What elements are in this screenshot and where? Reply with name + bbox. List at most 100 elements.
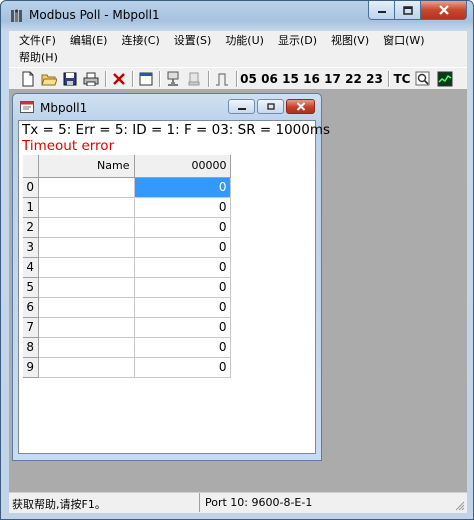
value-cell[interactable]: 0 xyxy=(134,177,231,198)
child-window-title: Mbpoll1 xyxy=(40,101,88,115)
fc-06-button[interactable]: 06 xyxy=(260,70,279,88)
child-minimize-button[interactable] xyxy=(228,99,255,114)
menu-row-1: 文件(F) 编辑(E) 连接(C) 设置(S) 功能(U) 显示(D) 视图(V… xyxy=(12,32,432,49)
menu-setup[interactable]: 设置(S) xyxy=(167,32,219,49)
modbus-app-icon xyxy=(11,9,22,22)
table-row: 9 0 xyxy=(23,357,231,378)
table-row: 6 0 xyxy=(23,297,231,318)
poll-status-line: Tx = 5: Err = 5: ID = 1: F = 03: SR = 10… xyxy=(22,122,331,138)
table-row: 0 0 xyxy=(23,177,231,198)
name-cell[interactable] xyxy=(38,357,135,378)
menu-connection[interactable]: 连接(C) xyxy=(114,32,166,49)
name-cell[interactable] xyxy=(38,177,135,198)
menu-view[interactable]: 视图(V) xyxy=(324,32,376,49)
save-button[interactable] xyxy=(61,70,79,88)
value-cell[interactable]: 0 xyxy=(134,277,231,298)
open-icon xyxy=(41,74,57,86)
fc-16-button[interactable]: 16 xyxy=(302,70,321,88)
value-cell[interactable]: 0 xyxy=(134,337,231,358)
window-button[interactable] xyxy=(137,70,155,88)
tc-button[interactable]: TC xyxy=(392,70,412,88)
close-doc-button[interactable] xyxy=(110,70,128,88)
maximize-button[interactable] xyxy=(395,1,421,20)
register-grid: Name 00000 0 0 1 0 2 0 3 0 4 0 5 0 6 0 7… xyxy=(23,155,231,378)
print-icon xyxy=(83,72,99,86)
name-cell[interactable] xyxy=(38,217,135,238)
name-cell[interactable] xyxy=(38,337,135,358)
resize-grip-icon[interactable] xyxy=(455,501,465,511)
connect-button[interactable] xyxy=(164,70,182,88)
window-title: Modbus Poll - Mbpoll1 xyxy=(29,8,160,22)
table-row: 1 0 xyxy=(23,197,231,218)
search-icon xyxy=(415,71,430,86)
grid-header-row: Name 00000 xyxy=(23,155,231,178)
print-button[interactable] xyxy=(82,70,100,88)
name-cell[interactable] xyxy=(38,257,135,278)
new-icon xyxy=(22,71,34,87)
row-header: 5 xyxy=(23,277,39,298)
menu-row-2: 帮助(H) xyxy=(12,49,65,66)
menu-window[interactable]: 窗口(W) xyxy=(376,32,431,49)
value-cell[interactable]: 0 xyxy=(134,257,231,278)
fc-17-button[interactable]: 17 xyxy=(323,70,342,88)
table-row: 4 0 xyxy=(23,257,231,278)
maximize-icon xyxy=(402,5,413,15)
row-header: 7 xyxy=(23,317,39,338)
close-x-icon xyxy=(296,102,305,111)
open-button[interactable] xyxy=(40,70,58,88)
child-close-button[interactable] xyxy=(286,99,315,114)
menu-functions[interactable]: 功能(U) xyxy=(218,32,271,49)
value-cell[interactable]: 0 xyxy=(134,317,231,338)
table-row: 7 0 xyxy=(23,317,231,338)
save-icon xyxy=(63,72,77,86)
menu-help[interactable]: 帮助(H) xyxy=(12,49,65,66)
menu-bar: 文件(F) 编辑(E) 连接(C) 设置(S) 功能(U) 显示(D) 视图(V… xyxy=(9,31,467,67)
close-x-icon xyxy=(438,5,449,15)
minimize-button[interactable] xyxy=(368,1,395,20)
value-cell[interactable]: 0 xyxy=(134,197,231,218)
new-button[interactable] xyxy=(19,70,37,88)
mdi-client-area: Mbpoll1 Tx = 5: Err = 5: ID = 1: F = 03:… xyxy=(9,89,467,492)
title-bar[interactable]: Modbus Poll - Mbpoll1 xyxy=(1,1,473,31)
disconnect-icon xyxy=(188,72,200,86)
status-help-text: 获取帮助,请按F1。 xyxy=(12,498,106,511)
name-cell[interactable] xyxy=(38,317,135,338)
toolbar-separator xyxy=(159,71,161,87)
minimize-icon xyxy=(237,107,246,110)
name-cell[interactable] xyxy=(38,197,135,218)
menu-file[interactable]: 文件(F) xyxy=(12,32,63,49)
pulse-button[interactable] xyxy=(213,70,231,88)
name-cell[interactable] xyxy=(38,237,135,258)
address-column-header[interactable]: 00000 xyxy=(134,155,231,178)
close-button[interactable] xyxy=(421,1,467,20)
table-row: 8 0 xyxy=(23,337,231,358)
status-bar: 获取帮助,请按F1。 Port 10: 9600-8-E-1 xyxy=(9,492,467,513)
value-cell[interactable]: 0 xyxy=(134,237,231,258)
menu-edit[interactable]: 编辑(E) xyxy=(63,32,115,49)
grid-corner-cell xyxy=(23,155,39,178)
name-column-header[interactable]: Name xyxy=(38,155,135,178)
name-cell[interactable] xyxy=(38,277,135,298)
menu-display[interactable]: 显示(D) xyxy=(271,32,324,49)
value-cell[interactable]: 0 xyxy=(134,357,231,378)
status-port-text: Port 10: 9600-8-E-1 xyxy=(205,496,313,509)
search-button[interactable] xyxy=(414,70,432,88)
table-row: 5 0 xyxy=(23,277,231,298)
minimize-icon xyxy=(377,11,386,13)
toolbar: 05 06 15 16 17 22 23 TC xyxy=(9,67,467,90)
toolbar-separator xyxy=(132,71,134,87)
name-cell[interactable] xyxy=(38,297,135,318)
row-header: 6 xyxy=(23,297,39,318)
fc-05-button[interactable]: 05 xyxy=(239,70,258,88)
status-port-pane: Port 10: 9600-8-E-1 xyxy=(199,493,468,512)
value-cell[interactable]: 0 xyxy=(134,297,231,318)
row-header: 3 xyxy=(23,237,39,258)
disconnect-button[interactable] xyxy=(185,70,203,88)
child-restore-button[interactable] xyxy=(257,99,284,114)
fc-22-button[interactable]: 22 xyxy=(344,70,363,88)
fc-23-button[interactable]: 23 xyxy=(365,70,384,88)
chart-button[interactable] xyxy=(436,70,454,88)
fc-15-button[interactable]: 15 xyxy=(281,70,300,88)
row-header: 0 xyxy=(23,177,39,198)
value-cell[interactable]: 0 xyxy=(134,217,231,238)
